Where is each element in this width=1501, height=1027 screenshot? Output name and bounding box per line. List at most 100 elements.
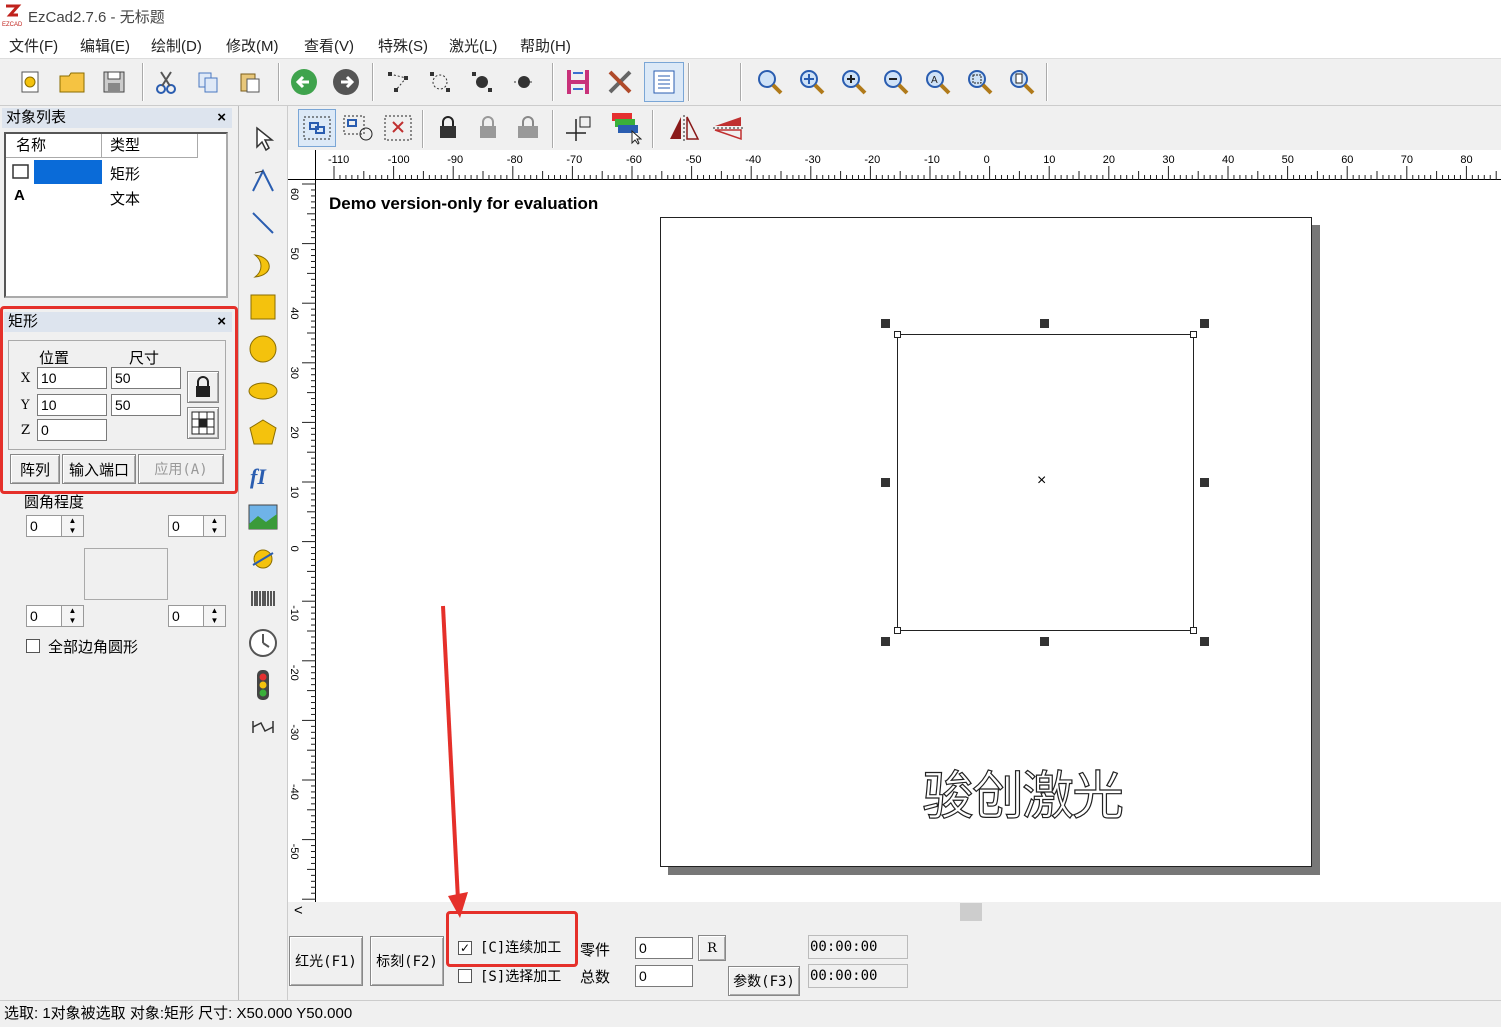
column-header-type[interactable]: 类型 <box>102 134 198 158</box>
ungroup-icon[interactable] <box>340 110 376 146</box>
menu-help[interactable]: 帮助(H) <box>520 35 571 56</box>
zoom-pan-icon[interactable] <box>794 64 830 100</box>
redo-icon[interactable] <box>328 64 364 100</box>
all-round-checkbox[interactable] <box>26 639 40 653</box>
corner-bl-stepper[interactable]: 0 ▲ ▼ <box>26 605 84 627</box>
node-handle[interactable] <box>894 627 901 634</box>
ruler-label: 40 <box>288 307 300 319</box>
save-icon[interactable] <box>96 64 132 100</box>
ellipse-tool-icon[interactable] <box>244 372 282 410</box>
node-add-icon[interactable] <box>422 64 458 100</box>
scroll-left-icon[interactable]: < <box>294 902 303 919</box>
spin-arrows-icon[interactable]: ▲ ▼ <box>61 516 83 536</box>
parts-field[interactable]: 0 <box>635 937 693 959</box>
toolbar-separator <box>278 63 280 101</box>
text-object[interactable]: 骏创激光 <box>921 754 1124 829</box>
vector-file-icon[interactable] <box>244 540 282 578</box>
parameter-panel-icon[interactable] <box>644 62 684 102</box>
mark-button[interactable]: 标刻(F2) <box>370 936 444 986</box>
ruler-label: -40 <box>288 784 300 800</box>
spin-arrows-icon[interactable]: ▲ ▼ <box>203 516 225 536</box>
menu-special[interactable]: 特殊(S) <box>378 35 428 56</box>
curve-icon[interactable] <box>244 246 282 284</box>
circle-tool-icon[interactable] <box>244 330 282 368</box>
ruler-label: -30 <box>805 154 821 166</box>
scrollbar-thumb[interactable] <box>960 903 982 921</box>
unlock-all-icon[interactable] <box>510 110 546 146</box>
polygon-tool-icon[interactable] <box>244 414 282 452</box>
corner-br-stepper[interactable]: 0 ▲ ▼ <box>168 605 226 627</box>
spin-arrows-icon[interactable]: ▲ ▼ <box>61 606 83 626</box>
params-button[interactable]: 参数(F3) <box>728 966 800 996</box>
zoom-all-icon[interactable]: A <box>920 64 956 100</box>
menu-edit[interactable]: 编辑(E) <box>80 35 130 56</box>
node-delete-icon[interactable] <box>464 64 500 100</box>
selection-handle[interactable] <box>1200 319 1209 328</box>
timer-icon[interactable] <box>244 624 282 662</box>
unlock-object-icon[interactable] <box>470 110 506 146</box>
input-port-tool-icon[interactable] <box>244 666 282 704</box>
total-field[interactable]: 0 <box>635 965 693 987</box>
node-handle[interactable] <box>1190 331 1197 338</box>
menu-modify[interactable]: 修改(M) <box>226 35 279 56</box>
group-select-icon[interactable] <box>298 109 336 147</box>
text-tool-icon[interactable]: fI <box>244 456 282 494</box>
cut-icon[interactable] <box>148 64 184 100</box>
zoom-selected-icon[interactable] <box>962 64 998 100</box>
object-list-close-icon[interactable]: × <box>217 108 226 128</box>
zoom-page-icon[interactable] <box>1004 64 1040 100</box>
bezier-curve-icon[interactable] <box>244 162 282 200</box>
select-arrow-icon[interactable] <box>244 120 282 158</box>
menu-file[interactable]: 文件(F) <box>9 35 58 56</box>
paste-icon[interactable] <box>232 64 268 100</box>
barcode-icon[interactable] <box>244 582 282 620</box>
selection-handle[interactable] <box>1200 637 1209 646</box>
line-icon[interactable] <box>244 204 282 242</box>
rectangle-tool-icon[interactable] <box>244 288 282 326</box>
center-cross-icon[interactable]: × <box>1037 472 1046 490</box>
ruler-label: -10 <box>288 605 300 621</box>
object-list-panel: 对象列表 × 名称 类型 矩形 A 文本 <box>0 106 236 306</box>
lock-object-icon[interactable] <box>430 110 466 146</box>
open-folder-icon[interactable] <box>54 64 90 100</box>
tools-icon[interactable] <box>602 64 638 100</box>
list-item[interactable]: 矩形 <box>6 160 226 184</box>
zoom-out-icon[interactable] <box>878 64 914 100</box>
node-join-icon[interactable] <box>506 64 542 100</box>
extend-axis-icon[interactable] <box>244 708 282 746</box>
select-process-checkbox[interactable] <box>458 969 472 983</box>
mirror-horizontal-icon[interactable] <box>666 110 702 146</box>
selection-handle[interactable] <box>881 478 890 487</box>
menu-view[interactable]: 查看(V) <box>304 35 354 56</box>
corner-tr-stepper[interactable]: 0 ▲ ▼ <box>168 515 226 537</box>
menu-draw[interactable]: 绘制(D) <box>151 35 202 56</box>
bitmap-tool-icon[interactable] <box>244 498 282 536</box>
copy-icon[interactable] <box>190 64 226 100</box>
selection-handle[interactable] <box>881 637 890 646</box>
menu-laser[interactable]: 激光(L) <box>449 35 497 56</box>
hatch-icon[interactable] <box>560 64 596 100</box>
mirror-vertical-icon[interactable] <box>710 110 746 146</box>
align-origin-icon[interactable] <box>560 110 596 146</box>
undo-icon[interactable] <box>286 64 322 100</box>
selection-handle[interactable] <box>1040 637 1049 646</box>
column-header-name[interactable]: 名称 <box>6 134 102 158</box>
highlight-box-property <box>0 306 238 494</box>
spin-arrows-icon[interactable]: ▲ ▼ <box>203 606 225 626</box>
color-layers-icon[interactable] <box>608 110 644 146</box>
corner-tl-stepper[interactable]: 0 ▲ ▼ <box>26 515 84 537</box>
zoom-icon[interactable] <box>752 64 788 100</box>
selection-handle[interactable] <box>1200 478 1209 487</box>
new-file-icon[interactable] <box>12 64 48 100</box>
list-item[interactable]: A 文本 <box>6 185 226 209</box>
ruler-label: 60 <box>1341 154 1353 166</box>
select-box-icon[interactable] <box>380 110 416 146</box>
selection-handle[interactable] <box>881 319 890 328</box>
node-handle[interactable] <box>894 331 901 338</box>
node-edit-icon[interactable] <box>380 64 416 100</box>
selection-handle[interactable] <box>1040 319 1049 328</box>
node-handle[interactable] <box>1190 627 1197 634</box>
zoom-in-icon[interactable] <box>836 64 872 100</box>
reset-counter-button[interactable]: R <box>698 935 726 961</box>
red-light-button[interactable]: 红光(F1) <box>289 936 363 986</box>
